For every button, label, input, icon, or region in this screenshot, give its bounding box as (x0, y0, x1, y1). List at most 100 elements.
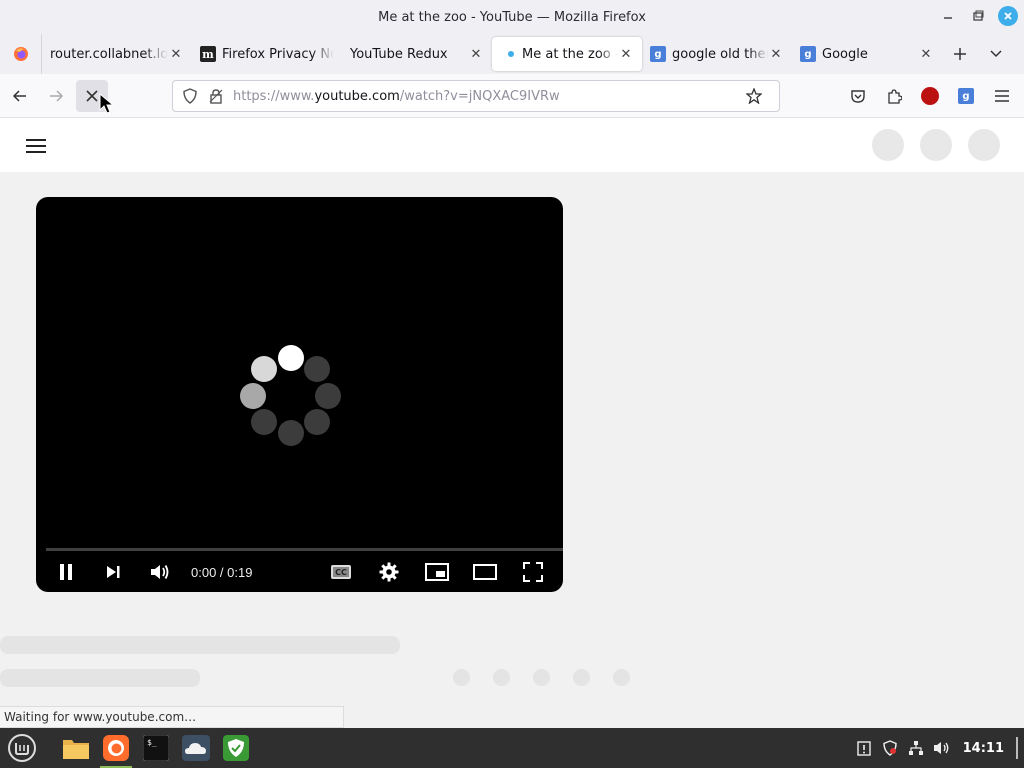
volume-icon[interactable] (933, 739, 951, 757)
mozilla-icon: m (200, 46, 216, 62)
firefox-launcher[interactable] (98, 730, 134, 768)
tab-google-old-theme[interactable]: g google old theme ✕ (642, 37, 792, 71)
fullscreen-button[interactable] (515, 554, 551, 590)
minimize-icon[interactable] (938, 6, 958, 26)
forward-button[interactable] (40, 80, 72, 112)
extension-red-button[interactable] (914, 80, 946, 112)
toolbar-right: g (842, 80, 1018, 112)
miniplayer-button[interactable] (419, 554, 455, 590)
tab-youtube-redux[interactable]: YouTube Redux ✕ (342, 37, 492, 71)
maximize-icon[interactable] (968, 6, 988, 26)
url-bar[interactable]: https://www.youtube.com/watch?v=jNQXAC9I… (172, 80, 780, 112)
shield-status-icon[interactable] (881, 739, 899, 757)
vpn-launcher[interactable] (218, 730, 254, 766)
tab-firefox-privacy[interactable]: m Firefox Privacy Notice (192, 37, 342, 71)
tab-router[interactable]: router.collabnet.local ✕ (42, 37, 192, 71)
extensions-button[interactable] (878, 80, 910, 112)
back-button[interactable] (4, 80, 36, 112)
subtitles-button[interactable]: CC (323, 554, 359, 590)
loading-icon (500, 46, 516, 62)
hamburger-menu-icon (995, 90, 1009, 102)
placeholder-circle (920, 129, 952, 161)
fullscreen-icon (523, 562, 543, 582)
guide-menu-icon[interactable] (24, 134, 48, 158)
tab-google[interactable]: g Google ✕ (792, 37, 942, 71)
placeholder-circle (872, 129, 904, 161)
progress-bar[interactable] (46, 548, 563, 551)
shield-icon (223, 735, 249, 761)
firefox-icon (13, 47, 28, 61)
cloud-icon (182, 735, 210, 761)
files-launcher[interactable] (58, 730, 94, 766)
taskbar: $_ 14:11 (0, 728, 1024, 768)
url-text[interactable]: https://www.youtube.com/watch?v=jNQXAC9I… (233, 89, 745, 104)
svg-text:$_: $_ (147, 738, 157, 747)
loading-spinner-icon (240, 345, 341, 446)
arrow-left-icon (12, 89, 26, 102)
tab-label: google old theme (672, 46, 768, 62)
tab-close-icon[interactable]: ✕ (618, 46, 634, 62)
close-icon[interactable] (998, 6, 1018, 26)
mouse-cursor-icon (99, 93, 115, 114)
theater-mode-icon (473, 564, 497, 580)
subtitles-icon: CC (331, 565, 351, 579)
gear-icon (379, 562, 399, 582)
chevron-down-icon (990, 50, 1002, 58)
update-manager-icon[interactable] (855, 739, 873, 757)
tab-label: Google (822, 46, 868, 62)
terminal-icon: $_ (143, 735, 169, 761)
video-player[interactable]: 0:00 / 0:19 CC (36, 197, 563, 592)
next-button[interactable] (95, 554, 131, 590)
window-title: Me at the zoo - YouTube — Mozilla Firefo… (378, 9, 646, 25)
plus-icon (954, 48, 966, 60)
lock-icon[interactable] (207, 87, 225, 105)
window-controls (938, 6, 1018, 26)
pocket-button[interactable] (842, 80, 874, 112)
bookmark-star-icon[interactable] (745, 87, 763, 105)
mute-button[interactable] (142, 554, 178, 590)
extension-google-button[interactable]: g (950, 80, 982, 112)
clock[interactable]: 14:11 (963, 741, 1004, 756)
settings-button[interactable] (371, 554, 407, 590)
google-icon: g (958, 88, 974, 104)
start-menu-button[interactable] (4, 730, 40, 766)
volume-icon (151, 565, 169, 579)
status-panel: Waiting for www.youtube.com… (0, 706, 344, 728)
tab-strip: router.collabnet.local ✕ m Firefox Priva… (0, 34, 1024, 74)
tab-close-icon[interactable]: ✕ (768, 46, 784, 62)
tab-label: YouTube Redux (350, 46, 448, 62)
tab-me-at-the-zoo[interactable]: Me at the zoo - YouTube ✕ (492, 37, 642, 71)
tab-close-icon[interactable]: ✕ (168, 46, 184, 62)
skeleton-action (573, 669, 590, 686)
terminal-launcher[interactable]: $_ (138, 730, 174, 766)
skip-next-icon (107, 566, 120, 578)
firefox-view-button[interactable] (0, 34, 42, 74)
app-menu-button[interactable] (986, 80, 1018, 112)
skeleton-subtitle (0, 669, 200, 687)
skeleton-action (493, 669, 510, 686)
youtube-header (0, 118, 1024, 172)
show-desktop-button[interactable] (1016, 737, 1018, 759)
tab-close-icon[interactable]: ✕ (918, 46, 934, 62)
player-controls: 0:00 / 0:19 CC (36, 552, 563, 592)
shield-icon[interactable] (181, 87, 199, 105)
header-placeholders (872, 129, 1000, 161)
tab-label: Me at the zoo - YouTube (522, 46, 618, 62)
puzzle-icon (888, 89, 902, 104)
pause-button[interactable] (48, 554, 84, 590)
skeleton-title (0, 636, 400, 654)
new-tab-button[interactable] (942, 37, 978, 71)
tab-close-icon[interactable]: ✕ (468, 46, 484, 62)
network-icon[interactable] (907, 739, 925, 757)
list-all-tabs-button[interactable] (978, 37, 1014, 71)
skeleton-action (453, 669, 470, 686)
mint-logo-icon (8, 734, 36, 762)
stop-icon (86, 89, 98, 102)
placeholder-circle (968, 129, 1000, 161)
tab-label: router.collabnet.local (50, 46, 168, 62)
theater-mode-button[interactable] (467, 554, 503, 590)
skeleton-action (613, 669, 630, 686)
pause-icon (60, 564, 72, 580)
cloud-app-launcher[interactable] (178, 730, 214, 766)
google-icon: g (650, 46, 666, 62)
